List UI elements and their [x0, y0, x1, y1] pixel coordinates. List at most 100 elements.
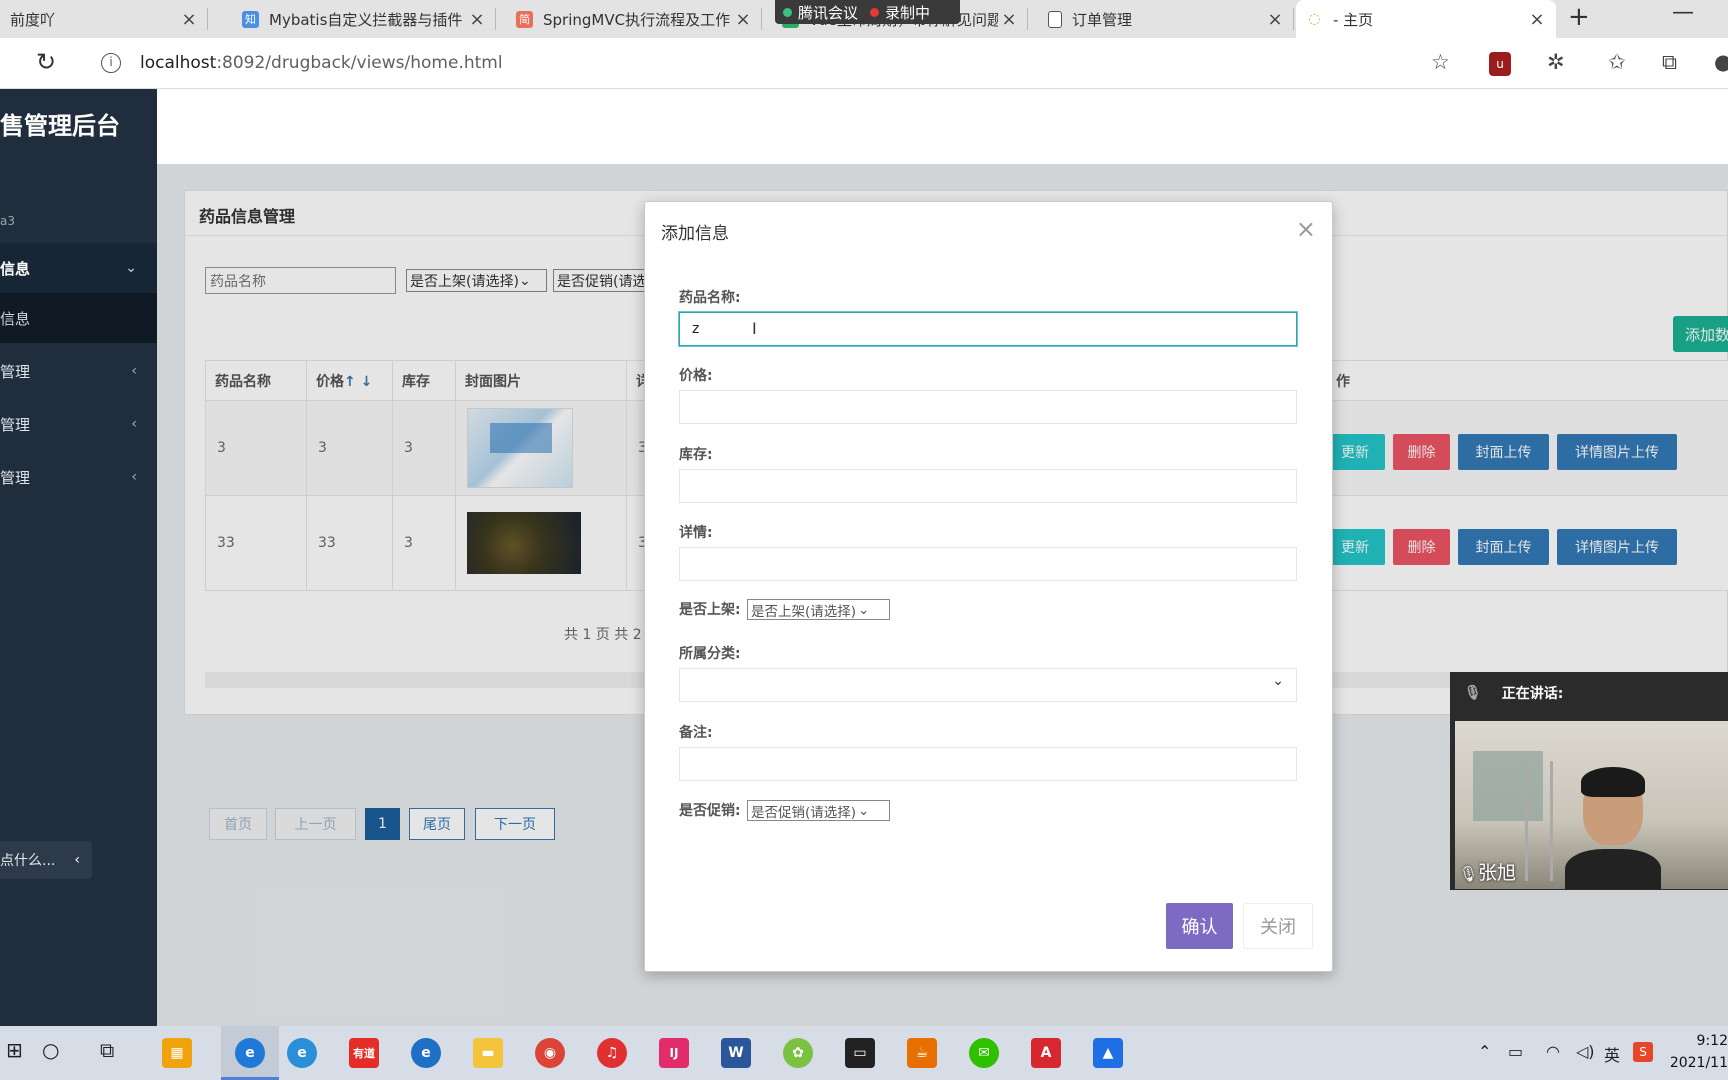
tab-1[interactable]: 知 Mybatis自定义拦截器与插件 × — [232, 0, 496, 38]
close-icon[interactable]: × — [732, 9, 754, 30]
chat-widget[interactable]: 点什么... ‹ — [0, 841, 92, 879]
refresh-icon[interactable]: ↻ — [36, 48, 56, 76]
url-host: localhost — [140, 53, 217, 73]
acrobat-icon[interactable]: A — [1031, 1038, 1061, 1068]
word-label: W — [728, 1045, 744, 1061]
new-tab-button[interactable]: + — [1568, 2, 1590, 32]
youdao-label: 有道 — [353, 1047, 375, 1060]
meeting-recording-bar[interactable]: 腾讯会议 录制中 — [775, 0, 960, 24]
document-icon — [1048, 10, 1062, 28]
add-favorite-icon[interactable]: ☆ — [1431, 50, 1450, 74]
youdao-icon[interactable]: 有道 — [349, 1038, 379, 1068]
clock-date: 2021/11 — [1669, 1055, 1728, 1071]
site-info-icon[interactable]: i — [101, 53, 121, 73]
category-label: 所属分类: — [679, 646, 741, 662]
close-icon[interactable]: × — [466, 9, 488, 30]
sidebar-subitem-info[interactable]: 信息 — [0, 293, 157, 343]
detail-input[interactable] — [679, 547, 1297, 581]
edge-icon[interactable]: e — [235, 1038, 265, 1068]
volume-icon[interactable]: ◁) — [1576, 1042, 1595, 1061]
remark-input[interactable] — [679, 747, 1297, 781]
intellij-icon[interactable]: IJ — [659, 1038, 689, 1068]
app-brand: 售管理后台 — [0, 112, 120, 140]
windows-taskbar: ⊞ ○ ⧉ ▦ e e 有道 e ▬ ◉ ♫ IJ W ✿ ▭ ☕ ✉ A ▲ … — [0, 1026, 1728, 1080]
start-icon[interactable]: ⊞ — [6, 1038, 23, 1062]
extensions-icon[interactable]: ✲ — [1547, 50, 1565, 74]
terminal-icon[interactable]: ▭ — [845, 1038, 875, 1068]
feishu-icon[interactable]: ▲ — [1093, 1038, 1123, 1068]
tab-title: - 主页 — [1333, 10, 1374, 29]
word-icon[interactable]: W — [721, 1038, 751, 1068]
tab-2[interactable]: 简 SpringMVC执行流程及工作 × — [506, 0, 762, 38]
profile-icon[interactable]: ● — [1714, 50, 1728, 74]
tab-0[interactable]: 前度吖 × — [0, 0, 208, 38]
stock-label: 库存: — [679, 447, 713, 463]
confirm-button[interactable]: 确认 — [1166, 903, 1233, 949]
java-icon[interactable]: ☕ — [907, 1038, 937, 1068]
minimize-button[interactable]: — — [1672, 0, 1694, 25]
shelf-select[interactable]: 是否上架(请选择) ⌄ — [747, 599, 890, 620]
wechat-icon[interactable]: ✉ — [969, 1038, 999, 1068]
user-label: a3 — [0, 214, 15, 228]
price-input[interactable] — [679, 390, 1297, 424]
price-label: 价格: — [679, 368, 713, 384]
sidebar-item-label: 管理 — [0, 468, 31, 487]
promo-select[interactable]: 是否促销(请选择) ⌄ — [747, 800, 890, 821]
url-path: :8092/drugback/views/home.html — [216, 53, 503, 73]
battery-icon[interactable]: ▭ — [1508, 1042, 1523, 1061]
chrome-icon[interactable]: ◉ — [535, 1038, 565, 1068]
speaker-body — [1565, 849, 1661, 889]
address-bar: ↻ i localhost:8092/drugback/views/home.h… — [0, 38, 1728, 89]
sidebar-menu-manage-3[interactable]: 管理 ‹ — [0, 452, 157, 502]
drug-name-input[interactable]: z I — [679, 312, 1297, 346]
collections-icon[interactable]: ⧉ — [1662, 50, 1677, 75]
sidebar-menu-manage-2[interactable]: 管理 ‹ — [0, 399, 157, 449]
app-green-icon[interactable]: ✿ — [783, 1038, 813, 1068]
wifi-icon[interactable]: ◠ — [1546, 1042, 1560, 1061]
netease-music-icon[interactable]: ♫ — [597, 1038, 627, 1068]
clock-time: 9:12 — [1696, 1033, 1728, 1049]
modal-title: 添加信息 — [661, 224, 729, 244]
tab-title: 订单管理 — [1072, 10, 1133, 29]
store-icon[interactable]: ▦ — [162, 1038, 192, 1068]
chevron-left-icon[interactable]: ‹ — [74, 852, 80, 868]
browser-tab-bar: 前度吖 × 知 Mybatis自定义拦截器与插件 × 简 SpringMVC执行… — [0, 0, 1728, 38]
system-clock[interactable]: 9:12 2021/11 — [1668, 1030, 1728, 1074]
file-explorer-icon[interactable]: ▬ — [473, 1038, 503, 1068]
close-button[interactable]: 关闭 — [1243, 903, 1313, 949]
close-icon[interactable]: × — [1526, 9, 1548, 30]
ime-indicator[interactable]: 英 — [1604, 1042, 1620, 1066]
add-info-modal: 添加信息 × 药品名称: z I 价格: 库存: 详情: 是否上架: 是否上架(… — [644, 201, 1333, 972]
meeting-video-window[interactable]: 🎙 正在讲话: 🎙张旭 — [1450, 672, 1728, 890]
meeting-app-name: 腾讯会议 — [798, 3, 859, 22]
edge-beta-icon[interactable]: e — [411, 1038, 441, 1068]
url-field[interactable]: localhost:8092/drugback/views/home.html — [140, 53, 503, 73]
sidebar-menu-manage-1[interactable]: 管理 ‹ — [0, 346, 157, 396]
close-icon[interactable]: × — [1264, 9, 1286, 30]
sidebar-item-label: 管理 — [0, 362, 31, 381]
ie-icon[interactable]: e — [287, 1038, 317, 1068]
microphone-icon: 🎙 — [1459, 865, 1479, 883]
tab-4[interactable]: 订单管理 × — [1038, 0, 1294, 38]
shelf-label: 是否上架: — [679, 602, 741, 618]
ublock-icon[interactable]: u — [1489, 52, 1511, 76]
favorites-icon[interactable]: ✩ — [1608, 50, 1626, 74]
top-header — [157, 89, 1728, 164]
meeting-status-icon — [783, 7, 792, 17]
tab-title: 前度吖 — [10, 10, 56, 29]
close-icon[interactable]: × — [998, 9, 1020, 30]
tab-5-active[interactable]: ◌ - 主页 × — [1296, 0, 1556, 38]
sidebar-menu-info[interactable]: 信息 ⌄ — [0, 243, 157, 293]
chevron-down-icon: ⌄ — [858, 601, 870, 618]
close-icon[interactable]: × — [1296, 215, 1316, 243]
chevron-up-icon[interactable]: ⌃ — [1478, 1042, 1491, 1061]
search-icon[interactable]: ○ — [42, 1038, 59, 1062]
speaker-name-text: 张旭 — [1478, 862, 1517, 884]
drug-name-label: 药品名称: — [679, 290, 741, 306]
sogou-icon[interactable]: S — [1633, 1042, 1653, 1062]
category-select[interactable]: ⌄ — [679, 668, 1297, 702]
task-view-icon[interactable]: ⧉ — [100, 1038, 114, 1062]
stock-input[interactable] — [679, 469, 1297, 503]
close-icon[interactable]: × — [178, 9, 200, 30]
tab-title: SpringMVC执行流程及工作 — [543, 10, 731, 29]
